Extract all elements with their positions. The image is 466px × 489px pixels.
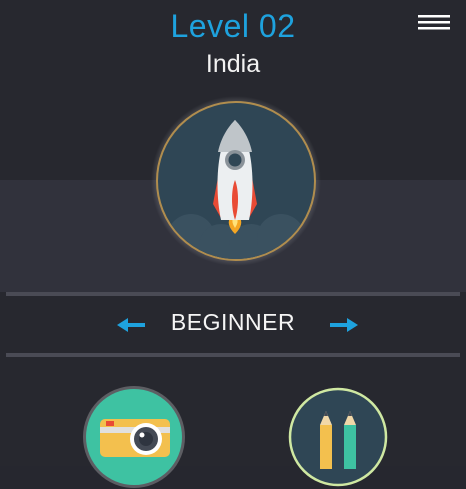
category-drawing[interactable] bbox=[286, 385, 390, 489]
divider-top bbox=[6, 292, 460, 296]
next-difficulty-button[interactable] bbox=[327, 314, 361, 336]
level-title: Level 02 bbox=[170, 8, 296, 44]
camera-icon bbox=[83, 386, 185, 488]
arrow-left-icon bbox=[117, 318, 145, 332]
rocket-icon bbox=[151, 96, 321, 266]
level-badge bbox=[151, 96, 321, 266]
hamburger-menu-icon bbox=[418, 15, 450, 30]
divider-bottom bbox=[6, 353, 460, 357]
menu-button[interactable] bbox=[416, 12, 452, 36]
country-name: India bbox=[205, 50, 261, 78]
difficulty-label: BEGINNER bbox=[170, 309, 296, 335]
previous-difficulty-button[interactable] bbox=[114, 314, 148, 336]
category-photography[interactable] bbox=[82, 385, 186, 489]
pencils-icon bbox=[288, 387, 388, 487]
arrow-right-icon bbox=[330, 318, 358, 332]
